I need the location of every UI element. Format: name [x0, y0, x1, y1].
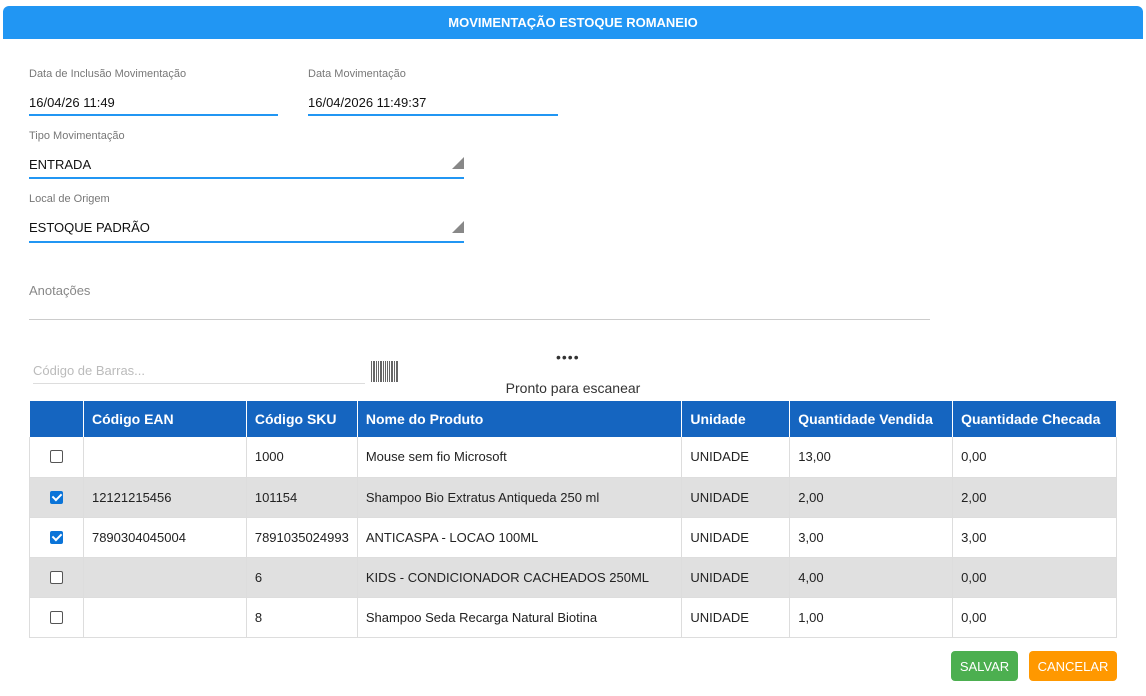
- row-checkbox[interactable]: [50, 610, 63, 624]
- row-select-cell: [29, 477, 84, 518]
- unidade-cell: UNIDADE: [681, 597, 791, 638]
- row-checkbox[interactable]: [50, 530, 63, 544]
- page-header: MOVIMENTAÇÃO ESTOQUE ROMANEIO: [3, 6, 1143, 39]
- sku-cell: 8: [246, 597, 358, 638]
- row-checkbox[interactable]: [50, 570, 63, 584]
- row-select-cell: [29, 437, 84, 478]
- checada-cell: 0,00: [952, 597, 1117, 638]
- data-inclusao-field[interactable]: Data de Inclusão Movimentação 16/04/26 1…: [29, 68, 278, 118]
- data-movimentacao-value: 16/04/2026 11:49:37: [308, 95, 427, 110]
- row-select-cell: [29, 597, 84, 638]
- sku-cell: 101154: [246, 477, 358, 518]
- table-row[interactable]: 8 Shampoo Seda Recarga Natural Biotina U…: [29, 597, 1117, 638]
- nome-cell: Mouse sem fio Microsoft: [357, 437, 683, 478]
- page-title: MOVIMENTAÇÃO ESTOQUE ROMANEIO: [448, 15, 698, 30]
- tipo-movimentacao-value: ENTRADA: [29, 157, 92, 172]
- column-header-sku[interactable]: Código SKU: [246, 401, 358, 437]
- unidade-cell: UNIDADE: [681, 437, 791, 478]
- scanner-indicator: ••••: [556, 349, 580, 365]
- ean-cell: [83, 557, 247, 598]
- anotacoes-field[interactable]: Anotações: [29, 283, 930, 321]
- data-inclusao-underline: [29, 114, 278, 116]
- anotacoes-label: Anotações: [29, 283, 91, 298]
- ean-cell: [83, 437, 247, 478]
- checada-cell: 2,00: [952, 477, 1117, 518]
- checada-cell: 0,00: [952, 437, 1117, 478]
- data-movimentacao-underline: [308, 114, 558, 116]
- barcode-icon[interactable]: [371, 361, 398, 382]
- products-table: Código EAN Código SKU Nome do Produto Un…: [29, 401, 1117, 638]
- scanner-status: Pronto para escanear: [505, 380, 641, 396]
- vendida-cell: 1,00: [789, 597, 954, 638]
- local-origem-underline: [29, 241, 464, 243]
- data-inclusao-value: 16/04/26 11:49: [29, 95, 115, 110]
- table-row[interactable]: 7890304045004 7891035024993 ANTICASPA - …: [29, 517, 1117, 558]
- table-row[interactable]: 12121215456 101154 Shampoo Bio Extratus …: [29, 477, 1117, 518]
- local-origem-value: ESTOQUE PADRÃO: [29, 220, 150, 235]
- tipo-movimentacao-label: Tipo Movimentação: [29, 130, 125, 142]
- column-header-nome[interactable]: Nome do Produto: [357, 401, 683, 437]
- sku-cell: 1000: [246, 437, 358, 478]
- nome-cell: Shampoo Seda Recarga Natural Biotina: [357, 597, 683, 638]
- nome-cell: KIDS - CONDICIONADOR CACHEADOS 250ML: [357, 557, 683, 598]
- row-checkbox[interactable]: [50, 490, 63, 504]
- tipo-movimentacao-underline: [29, 177, 464, 179]
- vendida-cell: 3,00: [789, 517, 954, 558]
- checada-cell: 0,00: [952, 557, 1117, 598]
- anotacoes-underline: [29, 319, 930, 320]
- save-button[interactable]: SALVAR: [951, 651, 1018, 681]
- vendida-cell: 2,00: [789, 477, 954, 518]
- data-movimentacao-field[interactable]: Data Movimentação 16/04/2026 11:49:37: [308, 68, 558, 118]
- ean-cell: [83, 597, 247, 638]
- column-header-unidade[interactable]: Unidade: [681, 401, 791, 437]
- row-checkbox[interactable]: [50, 450, 63, 464]
- table-row[interactable]: 1000 Mouse sem fio Microsoft UNIDADE 13,…: [29, 437, 1117, 478]
- table-header-row: Código EAN Código SKU Nome do Produto Un…: [29, 401, 1117, 437]
- ean-cell: 12121215456: [83, 477, 247, 518]
- unidade-cell: UNIDADE: [681, 477, 791, 518]
- row-select-cell: [29, 557, 84, 598]
- checada-cell: 3,00: [952, 517, 1117, 558]
- unidade-cell: UNIDADE: [681, 557, 791, 598]
- table-row[interactable]: 6 KIDS - CONDICIONADOR CACHEADOS 250ML U…: [29, 557, 1117, 598]
- data-inclusao-label: Data de Inclusão Movimentação: [29, 68, 187, 80]
- column-header-select: [29, 401, 84, 437]
- vendida-cell: 13,00: [789, 437, 954, 478]
- data-movimentacao-label: Data Movimentação: [308, 68, 406, 80]
- unidade-cell: UNIDADE: [681, 517, 791, 558]
- tipo-movimentacao-select[interactable]: Tipo Movimentação ENTRADA: [29, 130, 464, 181]
- sku-cell: 6: [246, 557, 358, 598]
- local-origem-select[interactable]: Local de Origem ESTOQUE PADRÃO: [29, 193, 464, 244]
- local-origem-label: Local de Origem: [29, 193, 110, 205]
- ean-cell: 7890304045004: [83, 517, 247, 558]
- column-header-vendida[interactable]: Quantidade Vendida: [789, 401, 954, 437]
- column-header-checada[interactable]: Quantidade Checada: [952, 401, 1117, 437]
- row-select-cell: [29, 517, 84, 558]
- dropdown-arrow-icon[interactable]: [452, 157, 464, 169]
- cancel-button[interactable]: CANCELAR: [1029, 651, 1117, 681]
- nome-cell: Shampoo Bio Extratus Antiqueda 250 ml: [357, 477, 683, 518]
- column-header-ean[interactable]: Código EAN: [83, 401, 247, 437]
- vendida-cell: 4,00: [789, 557, 954, 598]
- sku-cell: 7891035024993: [246, 517, 358, 558]
- dropdown-arrow-icon[interactable]: [452, 221, 464, 233]
- nome-cell: ANTICASPA - LOCAO 100ML: [357, 517, 683, 558]
